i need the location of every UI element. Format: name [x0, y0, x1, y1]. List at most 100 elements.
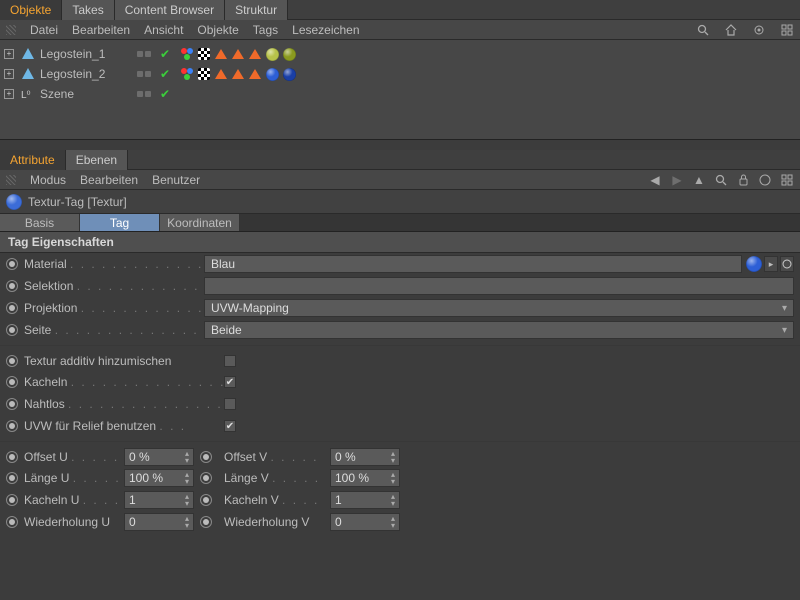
menu-modus[interactable]: Modus	[30, 173, 66, 187]
material-preview-icon[interactable]	[746, 256, 762, 272]
menu-bearbeiten[interactable]: Bearbeiten	[72, 23, 130, 37]
menu-datei[interactable]: Datei	[30, 23, 58, 37]
anim-dot[interactable]	[6, 516, 18, 528]
anim-dot[interactable]	[6, 302, 18, 314]
nav-fwd-icon[interactable]: ▶	[670, 173, 684, 187]
seite-select[interactable]: Beide	[204, 321, 794, 339]
object-name[interactable]: Legostein_2	[40, 67, 130, 81]
subtab-koordinaten[interactable]: Koordinaten	[160, 214, 240, 231]
prop-label: Seite . . . . . . . . . . . . . . . .	[24, 323, 204, 337]
nahtlos-checkbox[interactable]	[224, 398, 236, 410]
material-field[interactable]: Blau	[204, 255, 742, 273]
anim-dot[interactable]	[6, 451, 18, 463]
anim-dot[interactable]	[6, 376, 18, 388]
selection-tag-icon[interactable]	[248, 67, 262, 81]
prop-label: Kacheln V . . . .	[224, 493, 324, 507]
tab-ebenen[interactable]: Ebenen	[66, 150, 128, 170]
kacheln-v-input[interactable]: 1▴▾	[330, 491, 400, 509]
search-icon[interactable]	[714, 173, 728, 187]
anim-dot[interactable]	[200, 494, 212, 506]
uvw-tag-icon[interactable]	[197, 67, 211, 81]
expand-icon[interactable]: +	[4, 49, 14, 59]
anim-dot[interactable]	[6, 472, 18, 484]
expand-icon[interactable]: +	[4, 69, 14, 79]
menu-bearbeiten[interactable]: Bearbeiten	[80, 173, 138, 187]
tab-objekte[interactable]: Objekte	[0, 0, 62, 20]
texture-tag-icon[interactable]	[265, 67, 279, 81]
tree-row-legostein-1[interactable]: + Legostein_1 ✔	[0, 44, 800, 64]
selection-tag-icon[interactable]	[231, 67, 245, 81]
new-icon[interactable]	[758, 173, 772, 187]
kacheln-u-input[interactable]: 1▴▾	[124, 491, 194, 509]
tab-content-browser[interactable]: Content Browser	[115, 0, 225, 20]
anim-dot[interactable]	[6, 324, 18, 336]
anim-dot[interactable]	[6, 280, 18, 292]
visibility-toggle[interactable]	[130, 51, 158, 57]
offset-v-input[interactable]: 0 %▴▾	[330, 448, 400, 466]
enable-toggle[interactable]: ✔	[158, 47, 172, 61]
object-name[interactable]: Legostein_1	[40, 47, 130, 61]
uvw-tag-icon[interactable]	[197, 47, 211, 61]
tab-takes[interactable]: Takes	[62, 0, 114, 20]
enable-toggle[interactable]: ✔	[158, 67, 172, 81]
anim-dot[interactable]	[6, 398, 18, 410]
anim-dot[interactable]	[6, 494, 18, 506]
tag-strip	[180, 47, 296, 61]
anim-dot[interactable]	[200, 472, 212, 484]
enable-toggle[interactable]: ✔	[158, 87, 172, 101]
textur-additiv-checkbox[interactable]	[224, 355, 236, 367]
selektion-field[interactable]	[204, 277, 794, 295]
tab-struktur[interactable]: Struktur	[225, 0, 288, 20]
nav-up-icon[interactable]: ▲	[692, 173, 706, 187]
tree-row-legostein-2[interactable]: + Legostein_2 ✔	[0, 64, 800, 84]
selection-tag-icon[interactable]	[214, 67, 228, 81]
subtab-basis[interactable]: Basis	[0, 214, 80, 231]
menu-ansicht[interactable]: Ansicht	[144, 23, 183, 37]
texture-tag-icon[interactable]	[282, 67, 296, 81]
prop-wiederholung: Wiederholung U 0▴▾ Wiederholung V 0▴▾	[0, 511, 800, 533]
selection-tag-icon[interactable]	[214, 47, 228, 61]
anim-dot[interactable]	[200, 451, 212, 463]
view-icon[interactable]	[752, 23, 766, 37]
uvw-relief-checkbox[interactable]: ✔	[224, 420, 236, 432]
lock-icon[interactable]	[736, 173, 750, 187]
visibility-toggle[interactable]	[130, 71, 158, 77]
menu-objekte[interactable]: Objekte	[197, 23, 238, 37]
visibility-toggle[interactable]	[130, 91, 158, 97]
nav-back-icon[interactable]: ◀	[648, 173, 662, 187]
expand-icon[interactable]: +	[4, 89, 14, 99]
prop-laenge: Länge U . . . . . 100 %▴▾ Länge V . . . …	[0, 467, 800, 489]
grid-icon[interactable]	[780, 173, 794, 187]
laenge-u-input[interactable]: 100 %▴▾	[124, 469, 194, 487]
material-eyedropper-button[interactable]	[780, 256, 794, 272]
menu-benutzer[interactable]: Benutzer	[152, 173, 200, 187]
attribute-title-text: Textur-Tag [Textur]	[28, 195, 127, 209]
anim-dot[interactable]	[6, 355, 18, 367]
subtab-tag[interactable]: Tag	[80, 214, 160, 231]
projektion-select[interactable]: UVW-Mapping	[204, 299, 794, 317]
anim-dot[interactable]	[200, 516, 212, 528]
tree-row-szene[interactable]: + L⁰ Szene ✔	[0, 84, 800, 104]
material-picker-button[interactable]: ▸	[764, 256, 778, 272]
wiederholung-u-input[interactable]: 0▴▾	[124, 513, 194, 531]
object-name[interactable]: Szene	[40, 87, 130, 101]
menu-tags[interactable]: Tags	[253, 23, 278, 37]
grid-icon[interactable]	[780, 23, 794, 37]
attribute-manager-tabs: Attribute Ebenen	[0, 150, 800, 170]
wiederholung-v-input[interactable]: 0▴▾	[330, 513, 400, 531]
anim-dot[interactable]	[6, 420, 18, 432]
tab-attribute[interactable]: Attribute	[0, 150, 66, 170]
selection-tag-icon[interactable]	[248, 47, 262, 61]
search-icon[interactable]	[696, 23, 710, 37]
phong-tag-icon[interactable]	[180, 67, 194, 81]
offset-u-input[interactable]: 0 %▴▾	[124, 448, 194, 466]
menu-lesezeichen[interactable]: Lesezeichen	[292, 23, 359, 37]
texture-tag-icon[interactable]	[265, 47, 279, 61]
anim-dot[interactable]	[6, 258, 18, 270]
phong-tag-icon[interactable]	[180, 47, 194, 61]
selection-tag-icon[interactable]	[231, 47, 245, 61]
kacheln-checkbox[interactable]: ✔	[224, 376, 236, 388]
home-icon[interactable]	[724, 23, 738, 37]
texture-tag-icon[interactable]	[282, 47, 296, 61]
laenge-v-input[interactable]: 100 %▴▾	[330, 469, 400, 487]
